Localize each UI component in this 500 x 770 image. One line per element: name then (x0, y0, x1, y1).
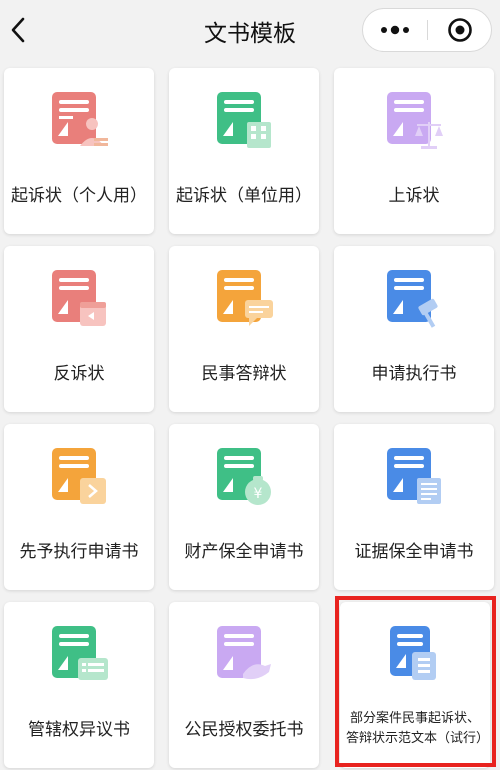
advance-enforcement-icon (52, 448, 106, 504)
more-button[interactable] (363, 9, 427, 51)
template-card-counterclaim[interactable]: 反诉状 (4, 246, 154, 412)
template-label: 先予执行申请书 (19, 542, 139, 562)
template-card-enforcement[interactable]: 申请执行书 (334, 246, 494, 412)
template-card-defense[interactable]: 民事答辩状 (169, 246, 319, 412)
sample-text-icon (390, 626, 436, 680)
template-card-sample-text[interactable]: 部分案件民事起诉状、答辩状示范文本（试行） (340, 602, 490, 768)
citizen-authorization-icon (217, 626, 271, 680)
counterclaim-calendar-icon (52, 270, 106, 326)
appeal-scale-icon (387, 92, 443, 149)
close-target-icon (448, 18, 472, 42)
template-label: 公民授权委托书 (184, 720, 304, 740)
enforcement-gavel-icon (387, 270, 438, 328)
template-label: 起诉状（个人用） (11, 186, 147, 206)
jurisdiction-objection-icon (52, 626, 108, 680)
template-card-citizen-authorization[interactable]: 公民授权委托书 (169, 602, 319, 768)
template-label: 管辖权异议书 (28, 720, 130, 740)
property-preservation-icon: ¥ (217, 448, 271, 505)
defense-chat-icon (217, 270, 273, 326)
template-label: 民事答辩状 (201, 364, 287, 384)
template-card-complaint-personal[interactable]: 起诉状（个人用） (4, 68, 154, 234)
close-button[interactable] (428, 9, 492, 51)
template-label: 上诉状 (388, 186, 440, 206)
template-card-jurisdiction-objection[interactable]: 管辖权异议书 (4, 602, 154, 768)
template-label: 部分案件民事起诉状、答辩状示范文本（试行） (346, 711, 490, 746)
svg-text:¥: ¥ (254, 486, 263, 502)
template-label: 反诉状 (53, 364, 105, 384)
template-label: 起诉状（单位用） (176, 186, 312, 206)
template-card-property-preservation[interactable]: ¥ 财产保全申请书 (169, 424, 319, 590)
template-label: 财产保全申请书 (184, 542, 304, 562)
template-card-advance-enforcement[interactable]: 先予执行申请书 (4, 424, 154, 590)
template-card-appeal[interactable]: 上诉状 (334, 68, 494, 234)
more-dots-icon (381, 25, 409, 35)
template-card-complaint-company[interactable]: 起诉状（单位用） (169, 68, 319, 234)
complaint-company-icon (217, 92, 271, 148)
top-bar: 文书模板 (0, 0, 500, 62)
template-label: 证据保全申请书 (354, 542, 474, 562)
complaint-personal-icon (52, 92, 108, 146)
template-label: 申请执行书 (371, 364, 457, 384)
template-card-evidence-preservation[interactable]: 证据保全申请书 (334, 424, 494, 590)
evidence-preservation-icon (387, 448, 441, 504)
mini-program-capsule (362, 8, 492, 52)
